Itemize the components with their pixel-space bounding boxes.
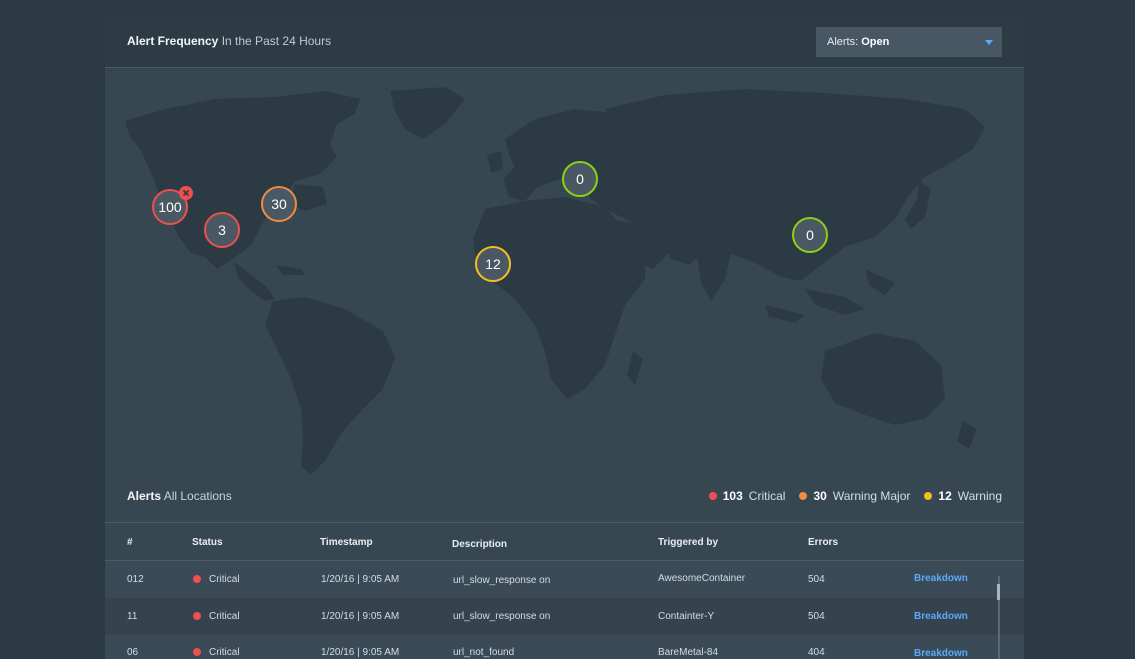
warning-dot-icon bbox=[924, 492, 933, 500]
legend-count: 30 bbox=[813, 489, 827, 503]
alerts-filter-dropdown[interactable]: Alerts: Open bbox=[816, 27, 1002, 57]
alerts-subtitle: All Locations bbox=[163, 489, 232, 503]
marker-value: 0 bbox=[806, 227, 814, 243]
legend-label: Warning bbox=[957, 489, 1002, 503]
cell-status: Critical bbox=[209, 647, 240, 658]
table-row[interactable]: 11 Critical 1/20/16 | 9:05 AM url_slow_r… bbox=[105, 598, 1024, 635]
cell-description: url_slow_response on bbox=[453, 611, 551, 622]
breakdown-link[interactable]: Breakdown bbox=[914, 648, 968, 659]
cell-triggered-by: BareMetal-84 bbox=[658, 647, 719, 658]
legend-count: 103 bbox=[722, 489, 743, 503]
critical-status-icon bbox=[193, 648, 201, 656]
cell-id: 06 bbox=[127, 647, 139, 658]
cell-status: Critical bbox=[209, 574, 240, 585]
legend-warning-major: 30 Warning Major bbox=[799, 489, 910, 503]
title-subtitle: In the Past 24 Hours bbox=[221, 34, 332, 48]
panel-header: Alert Frequency In the Past 24 Hours Ale… bbox=[105, 14, 1024, 68]
map-marker-30[interactable]: 30 bbox=[261, 186, 297, 222]
critical-dot-icon bbox=[708, 492, 717, 500]
table-row[interactable]: 012 Critical 1/20/16 | 9:05 AM url_slow_… bbox=[105, 561, 1024, 598]
filter-value: Open bbox=[861, 36, 890, 48]
cell-id: 11 bbox=[127, 611, 138, 622]
column-header-description[interactable]: Description bbox=[452, 539, 507, 550]
cell-timestamp: 1/20/16 | 9:05 AM bbox=[321, 574, 400, 585]
critical-status-icon bbox=[193, 575, 201, 583]
marker-value: 30 bbox=[271, 196, 287, 212]
world-map: 100 3 30 12 0 0 bbox=[125, 87, 985, 475]
close-icon[interactable] bbox=[179, 186, 193, 200]
cell-description: url_not_found bbox=[453, 647, 515, 658]
breakdown-link[interactable]: Breakdown bbox=[914, 611, 968, 622]
alert-frequency-panel: Alert Frequency In the Past 24 Hours Ale… bbox=[105, 14, 1024, 659]
table-row[interactable]: 06 Critical 1/20/16 | 9:05 AM url_not_fo… bbox=[105, 635, 1024, 659]
cell-errors: 504 bbox=[808, 574, 825, 585]
legend-warning: 12 Warning bbox=[924, 489, 1002, 503]
cell-errors: 504 bbox=[808, 611, 825, 622]
warning-major-dot-icon bbox=[799, 492, 808, 500]
cell-errors: 404 bbox=[808, 647, 825, 658]
legend-label: Warning Major bbox=[832, 489, 911, 503]
alerts-legend: 103 Critical 30 Warning Major 12 Warning bbox=[708, 489, 1002, 503]
cell-triggered-by: Containter-Y bbox=[658, 611, 715, 622]
breakdown-link[interactable]: Breakdown bbox=[914, 573, 968, 584]
legend-label: Critical bbox=[748, 489, 786, 503]
cell-status: Critical bbox=[209, 611, 240, 622]
alerts-title: Alerts bbox=[127, 489, 162, 503]
column-header-timestamp[interactable]: Timestamp bbox=[320, 537, 373, 548]
chevron-down-icon bbox=[985, 40, 993, 45]
legend-count: 12 bbox=[938, 489, 952, 503]
map-marker-0-europe[interactable]: 0 bbox=[562, 161, 598, 197]
filter-label: Alerts: bbox=[827, 36, 859, 48]
map-marker-0-asia[interactable]: 0 bbox=[792, 217, 828, 253]
alerts-table: # Status Timestamp Description Triggered… bbox=[105, 522, 1024, 659]
table-header: # Status Timestamp Description Triggered… bbox=[105, 523, 1024, 561]
cell-triggered-by: AwesomeContainer bbox=[658, 573, 746, 584]
alerts-heading: Alerts All Locations bbox=[127, 489, 232, 503]
title-main: Alert Frequency bbox=[127, 34, 219, 48]
table-body: 012 Critical 1/20/16 | 9:05 AM url_slow_… bbox=[105, 561, 1024, 659]
cell-description: url_slow_response on bbox=[453, 575, 551, 586]
table-scrollbar-thumb[interactable] bbox=[997, 584, 1000, 600]
cell-id: 012 bbox=[127, 574, 144, 585]
legend-critical: 103 Critical bbox=[708, 489, 786, 503]
marker-value: 12 bbox=[485, 256, 501, 272]
column-header-errors[interactable]: Errors bbox=[808, 537, 838, 548]
marker-value: 0 bbox=[576, 171, 584, 187]
continents bbox=[125, 87, 985, 475]
critical-status-icon bbox=[193, 612, 201, 620]
column-header-id[interactable]: # bbox=[127, 537, 133, 548]
panel-title: Alert Frequency In the Past 24 Hours bbox=[127, 34, 331, 48]
map-marker-12[interactable]: 12 bbox=[475, 246, 511, 282]
cell-timestamp: 1/20/16 | 9:05 AM bbox=[321, 647, 400, 658]
cell-timestamp: 1/20/16 | 9:05 AM bbox=[321, 611, 400, 622]
marker-value: 3 bbox=[218, 222, 226, 238]
map-marker-3[interactable]: 3 bbox=[204, 212, 240, 248]
column-header-status[interactable]: Status bbox=[192, 537, 223, 548]
column-header-triggered-by[interactable]: Triggered by bbox=[658, 537, 718, 548]
marker-value: 100 bbox=[158, 199, 182, 215]
